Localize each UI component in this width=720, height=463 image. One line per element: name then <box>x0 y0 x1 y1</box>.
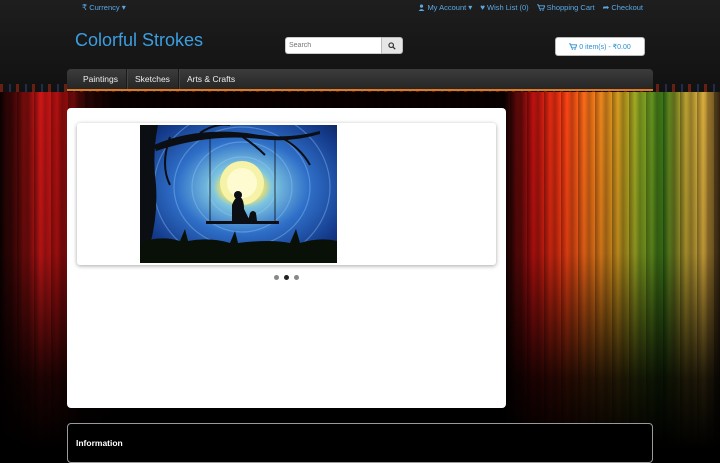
slide-dot-3[interactable] <box>294 275 299 280</box>
main-menu: Paintings Sketches Arts & Crafts <box>67 69 653 91</box>
shopping-cart-link[interactable]: Shopping Cart <box>536 3 595 12</box>
share-arrow-icon: ➦ <box>602 2 610 12</box>
search-icon <box>388 41 396 50</box>
information-heading: Information <box>76 438 123 448</box>
top-links: My Account ▾ ♥ Wish List (0) Shopping Ca… <box>418 3 643 12</box>
wishlist-link[interactable]: ♥ Wish List (0) <box>480 3 528 12</box>
currency-label: Currency <box>89 3 120 12</box>
search-bar <box>285 37 403 54</box>
slide-dot-1[interactable] <box>274 275 279 280</box>
currency-icon: ₹ <box>82 3 88 12</box>
cart-total-label: 0 item(s) - ₹0.00 <box>579 43 631 51</box>
moon-swing-painting-image <box>140 125 337 263</box>
information-section: Information <box>67 423 653 463</box>
shopping-cart-label: Shopping Cart <box>546 3 595 12</box>
content-panel <box>67 108 506 408</box>
checkout-label: Checkout <box>611 3 643 12</box>
menu-item-paintings[interactable]: Paintings <box>67 69 127 89</box>
my-account-link[interactable]: My Account ▾ <box>418 3 472 12</box>
cart-icon <box>536 4 545 11</box>
slide-dot-2[interactable] <box>284 275 289 280</box>
checkout-link[interactable]: ➦ Checkout <box>603 3 643 12</box>
currency-dropdown[interactable]: ₹ Currency ▾ <box>82 3 126 12</box>
store-logo[interactable]: Colorful Strokes <box>75 30 203 51</box>
slideshow <box>77 123 496 265</box>
wishlist-label: Wish List (0) <box>486 3 529 12</box>
menu-item-sketches[interactable]: Sketches <box>127 69 179 89</box>
caret-down-icon: ▾ <box>121 3 126 12</box>
my-account-label: My Account <box>427 3 467 12</box>
cart-button[interactable]: 0 item(s) - ₹0.00 <box>555 37 645 56</box>
caret-down-icon: ▾ <box>468 2 473 12</box>
search-input[interactable] <box>285 37 381 54</box>
heart-icon: ♥ <box>480 2 485 12</box>
cart-icon <box>569 43 578 50</box>
slideshow-pagination <box>67 275 506 280</box>
user-icon <box>418 4 425 11</box>
menu-item-arts-crafts[interactable]: Arts & Crafts <box>179 69 243 89</box>
search-button[interactable] <box>381 37 403 54</box>
slide-image[interactable] <box>140 125 337 263</box>
